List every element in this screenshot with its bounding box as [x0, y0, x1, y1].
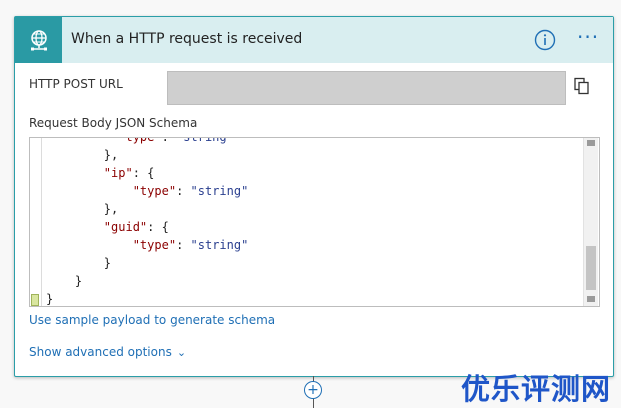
- code-line: "guid": {: [103, 220, 169, 234]
- chevron-down-icon: ⌄: [176, 346, 187, 359]
- http-post-url-label: HTTP POST URL: [29, 77, 123, 91]
- scroll-down-icon[interactable]: [587, 296, 595, 302]
- trigger-header[interactable]: When a HTTP request is received ···: [15, 17, 613, 63]
- scroll-up-icon[interactable]: [587, 140, 595, 146]
- watermark-text: 优乐评测网: [461, 372, 612, 406]
- code-line: "type": "string": [118, 137, 234, 144]
- request-body-schema-label: Request Body JSON Schema: [29, 116, 198, 130]
- use-sample-payload-link[interactable]: Use sample payload to generate schema: [29, 313, 275, 327]
- show-advanced-options-label: Show advanced options: [29, 345, 172, 359]
- trigger-card: When a HTTP request is received ··· HTTP…: [14, 16, 614, 377]
- code-line: }: [46, 292, 54, 306]
- cursor-marker: [31, 294, 39, 306]
- trigger-title: When a HTTP request is received: [71, 31, 303, 47]
- code-line: "ip": {: [103, 166, 155, 180]
- copy-icon[interactable]: [573, 77, 591, 95]
- show-advanced-options-toggle[interactable]: Show advanced options ⌄: [29, 345, 186, 359]
- code-line: }: [46, 274, 83, 288]
- more-options-icon[interactable]: ···: [577, 27, 599, 47]
- scrollbar-thumb[interactable]: [586, 246, 596, 290]
- schema-code: "type": "string" }, "ip": { "type": "str…: [46, 137, 249, 306]
- code-line: "type": "string": [132, 238, 249, 252]
- add-step-icon[interactable]: +: [304, 381, 322, 399]
- code-line: },: [46, 202, 119, 216]
- code-line: }: [46, 256, 112, 270]
- json-schema-editor[interactable]: "type": "string" }, "ip": { "type": "str…: [29, 137, 600, 307]
- info-icon[interactable]: [534, 29, 556, 51]
- http-post-url-field[interactable]: [167, 71, 566, 105]
- editor-scrollbar[interactable]: [583, 138, 598, 306]
- editor-gutter: [30, 138, 42, 306]
- code-line: },: [46, 148, 119, 162]
- globe-network-icon: [15, 17, 62, 63]
- code-line: "type": "string": [132, 184, 249, 198]
